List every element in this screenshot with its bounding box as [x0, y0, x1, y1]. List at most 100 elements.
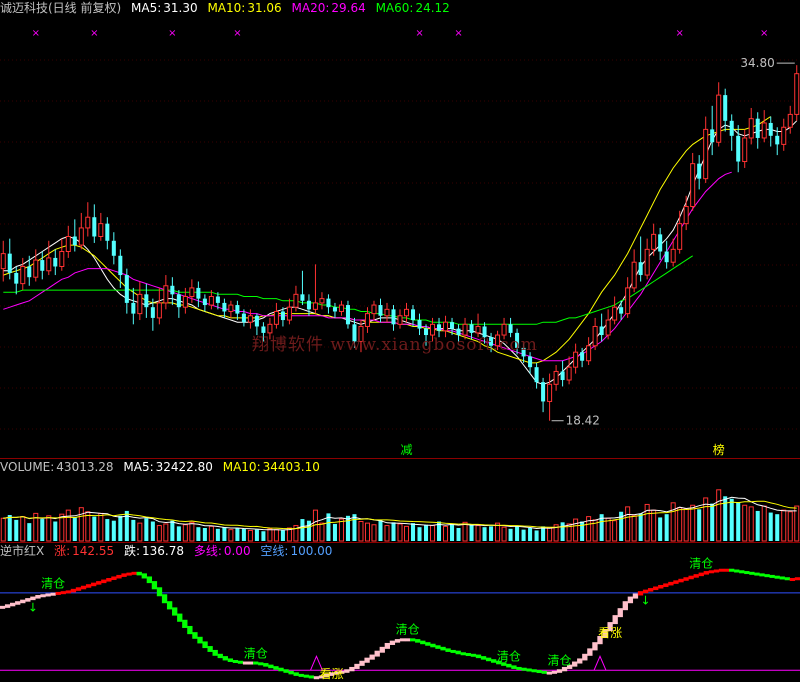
volume-bar-up [267, 528, 273, 542]
indicator-block [298, 673, 304, 677]
volume-bar-up [273, 529, 279, 542]
candle-body-up [605, 319, 611, 336]
indicator-block [197, 636, 203, 644]
volume-bar-down [515, 525, 520, 541]
indicator-block [141, 573, 147, 579]
candle-body-down [150, 307, 155, 318]
candle-body-up [625, 287, 631, 315]
candle-body-up [651, 233, 657, 250]
volume-bar-down [241, 528, 246, 541]
candle-body-down [72, 236, 77, 246]
top-cross-mark: × [168, 28, 176, 39]
candle-body-down [378, 305, 383, 316]
volume-bar-down [215, 528, 220, 541]
indicator-block [40, 594, 46, 598]
candle-body-down [7, 253, 12, 273]
candle-body-down [450, 322, 455, 329]
indicator-block [136, 571, 142, 576]
candle-body-up [644, 248, 650, 276]
indicator-block [217, 653, 223, 659]
volume-bar-up [690, 504, 696, 542]
indicator-block [749, 571, 755, 575]
indicator-block [516, 666, 522, 670]
indicator-block [678, 578, 684, 583]
candle-body-up [273, 310, 279, 325]
indicator-block [313, 676, 320, 680]
volume-bar-up [182, 524, 188, 542]
volume-bar-up [716, 489, 722, 542]
indicator-block [131, 571, 137, 575]
indicator-block [399, 638, 406, 642]
volume-bar-down [658, 517, 663, 541]
indicator-block [10, 602, 16, 607]
indicator-block [303, 674, 309, 678]
volume-bar-down [196, 527, 201, 541]
candle-body-down [658, 234, 663, 252]
indicator-block [572, 661, 578, 667]
candle-body-up [787, 113, 793, 128]
volume-bar-down [332, 523, 337, 541]
indicator-block [75, 587, 82, 591]
candle-body-down [144, 294, 149, 308]
candle-body-down [580, 352, 585, 361]
indicator-block [308, 675, 315, 679]
indicator-block [663, 583, 669, 587]
candle-body-down [755, 118, 760, 138]
volume-bar-up [781, 509, 787, 542]
indicator-block [156, 587, 163, 597]
indicator-block [622, 601, 628, 611]
volume-bar-down [489, 526, 494, 541]
volume-bar-down [560, 522, 565, 541]
indicator-block [627, 596, 634, 604]
candle-body-down [345, 305, 350, 325]
candle-body-up [228, 304, 234, 312]
volume-bar-down [7, 515, 12, 541]
volume-bar-up [189, 521, 195, 542]
volume-bar-up [670, 502, 676, 542]
indicator-block [617, 608, 623, 618]
indicator-block [440, 646, 446, 651]
indicator-block [80, 585, 87, 590]
indicator-block [541, 670, 547, 674]
volume-bar-up [156, 525, 162, 542]
volume-bar-down [300, 519, 305, 541]
volume-bar-up [85, 511, 91, 542]
indicator-block [349, 666, 355, 672]
indicator-block [15, 601, 21, 605]
candle-body-up [371, 304, 377, 315]
volume-bar-down [118, 515, 123, 541]
candle-body-up [78, 227, 84, 246]
low-price-label: 18.42 [566, 414, 600, 428]
top-cross-mark: × [675, 28, 683, 39]
indicator-block [364, 657, 370, 663]
volume-bar-up [677, 507, 683, 542]
volume-bar-up [98, 512, 104, 542]
indicator-block [445, 648, 451, 652]
candle-body-down [710, 129, 715, 143]
volume-bar-up [631, 515, 637, 542]
candle-body-down [105, 223, 110, 241]
indicator-block [70, 588, 77, 593]
indicator-block [116, 574, 122, 579]
candle-body-up [156, 302, 162, 319]
volume-bar-down [150, 521, 155, 541]
volume-bar-down [124, 510, 129, 541]
volume-bar-up [46, 515, 52, 542]
candle-body-down [124, 275, 129, 303]
candle-body-up [573, 351, 579, 368]
volume-bar-up [547, 527, 553, 542]
indicator-block [85, 584, 92, 588]
indicator-block [693, 574, 699, 578]
indicator-block [20, 599, 26, 604]
indicator-block [207, 646, 213, 652]
volume-bar-down [280, 530, 285, 541]
volume-bar-up [65, 509, 71, 542]
indicator-block [511, 665, 517, 669]
volume-bar-down [424, 524, 429, 541]
candle-body-up [338, 304, 344, 312]
candle-body-down [306, 300, 311, 310]
indicator-block [268, 664, 274, 669]
indicator-block [126, 572, 132, 576]
volume-bar-down [755, 510, 760, 541]
volume-bar-down [144, 518, 149, 541]
